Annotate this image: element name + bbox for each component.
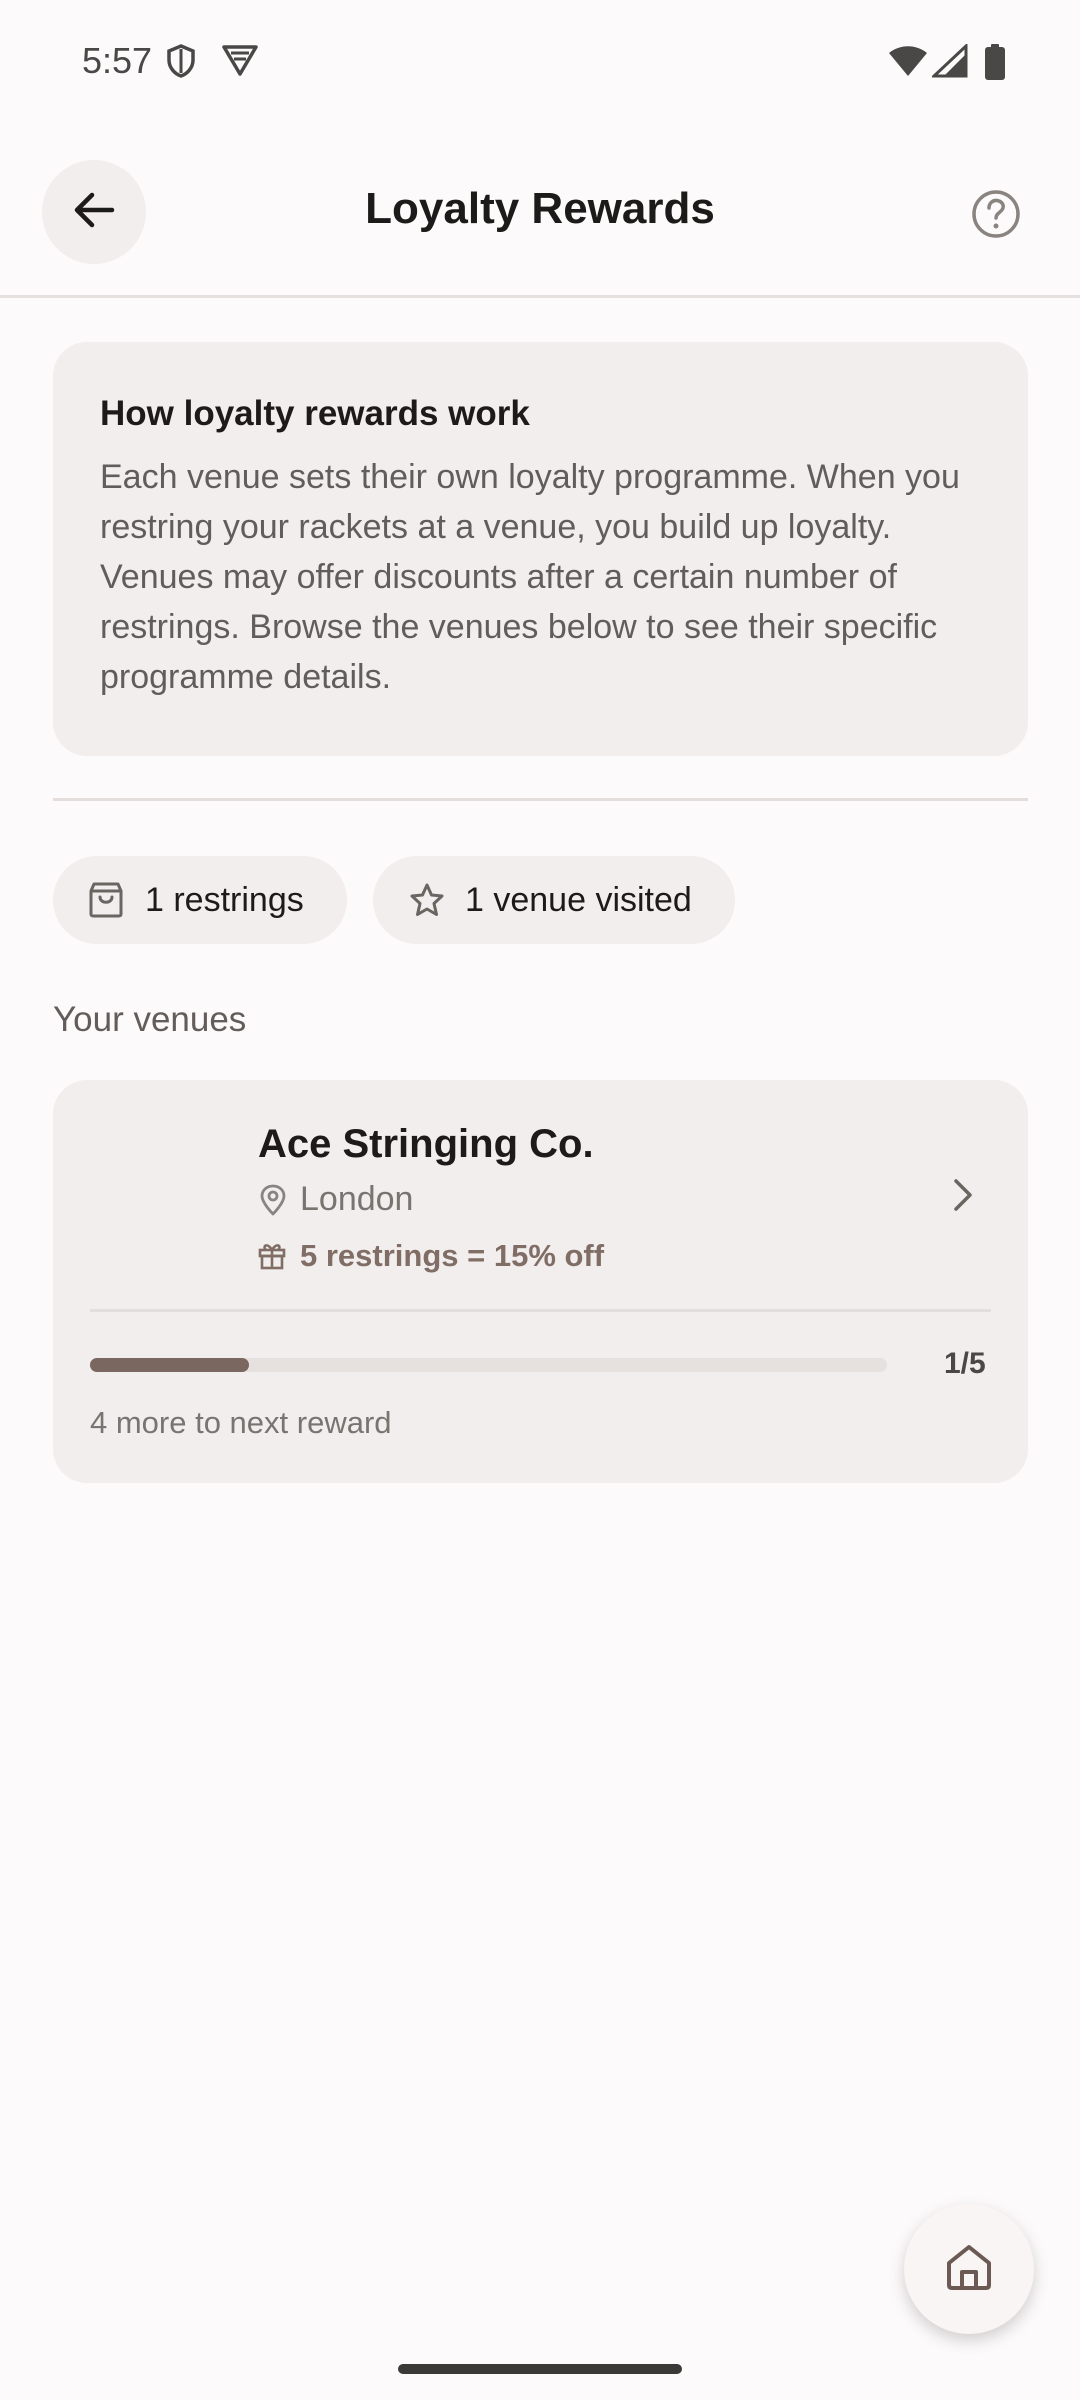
venues-visited-count: 1 venue visited: [465, 880, 692, 919]
info-title: How loyalty rewards work: [100, 394, 530, 433]
venue-offer: 5 restrings = 15% off: [300, 1238, 605, 1273]
reward-progress-fill: [90, 1358, 250, 1372]
battery-icon: [984, 44, 1006, 85]
restrings-chip: 1 restrings: [53, 856, 347, 944]
chevron-right-icon: [951, 1177, 975, 1218]
venues-section-label: Your venues: [53, 1000, 247, 1039]
wifi-icon: [888, 44, 928, 83]
home-button[interactable]: [904, 2204, 1034, 2334]
venue-card[interactable]: Ace Stringing Co. London 5 restrings = 1…: [53, 1080, 1028, 1483]
shield-icon: [166, 44, 196, 83]
status-time: 5:57: [82, 40, 153, 81]
bag-icon: [89, 882, 125, 918]
venue-name: Ace Stringing Co.: [258, 1122, 594, 1166]
help-circle-icon: [968, 190, 1024, 246]
info-card: How loyalty rewards work Each venue sets…: [53, 342, 1028, 756]
page-title: Loyalty Rewards: [365, 184, 715, 233]
cellular-icon: [930, 42, 968, 83]
reward-progress-bar: [90, 1358, 887, 1372]
app-bar: Loyalty Rewards: [0, 150, 1080, 298]
venues-visited-chip: 1 venue visited: [373, 856, 735, 944]
reward-progress-note: 4 more to next reward: [90, 1405, 392, 1440]
info-body: Each venue sets their own loyalty progra…: [100, 458, 960, 696]
vpn-icon: [222, 44, 258, 81]
venue-location: London: [300, 1180, 414, 1218]
help-button[interactable]: [968, 186, 1024, 242]
home-icon: [943, 2241, 995, 2298]
gift-icon: [257, 1240, 287, 1275]
reward-progress-count: 1/5: [944, 1347, 986, 1380]
home-indicator[interactable]: [398, 2364, 682, 2374]
restrings-count: 1 restrings: [145, 880, 304, 919]
location-pin-icon: [259, 1184, 287, 1221]
screen: 5:57 Loyalty Rewards How loyalty rewards…: [0, 0, 1080, 2400]
venue-divider: [90, 1309, 991, 1312]
status-bar: 5:57: [0, 0, 1080, 130]
star-icon: [409, 882, 445, 918]
section-divider: [53, 798, 1028, 801]
